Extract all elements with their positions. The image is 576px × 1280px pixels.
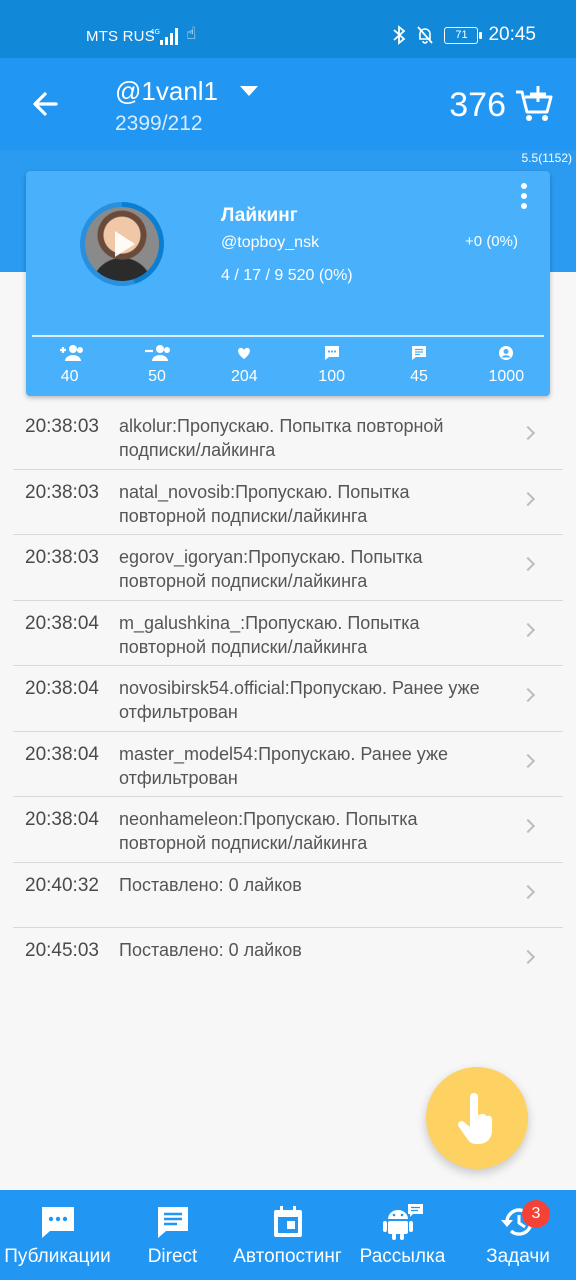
stat-accounts: 1000 [463, 343, 550, 391]
divider [32, 335, 544, 337]
activity-log: 20:38:03 alkolur:Пропускаю. Попытка повто… [13, 404, 563, 994]
list-item[interactable]: 20:38:04 neonhameleon:Пропускаю. Попытка … [13, 797, 563, 863]
clock: 20:45 [488, 24, 536, 45]
app-bar: @1vanl1 2399/212 376 [0, 58, 576, 150]
nav-mailing[interactable]: Рассылка [345, 1190, 460, 1280]
back-arrow-icon[interactable] [26, 84, 66, 124]
log-time: 20:45:03 [25, 940, 99, 961]
log-time: 20:38:03 [25, 481, 99, 503]
log-text: egorov_igoryan:Пропускаю. Попытка повтор… [119, 547, 423, 591]
nav-publications[interactable]: Публикации [0, 1190, 115, 1280]
touch-icon: ☝ [186, 24, 197, 43]
list-item[interactable]: 20:38:04 novosibirsk54.official:Пропускаю… [13, 666, 563, 732]
chevron-right-icon[interactable] [520, 818, 536, 834]
chevron-right-icon[interactable] [520, 884, 536, 899]
nav-tasks[interactable]: Задачи 3 [460, 1190, 576, 1280]
task-card[interactable]: Лайкинг @topboy_nsk +0 (0%) 4 / 17 / 9 5… [26, 171, 550, 396]
log-text: natal_novosib:Пропускаю. Попытка повторн… [119, 481, 410, 526]
stat-unfollow: 50 [113, 343, 200, 391]
chevron-right-icon[interactable] [520, 753, 536, 768]
nav-direct[interactable]: Direct [115, 1190, 230, 1280]
log-text: Поставлено: 0 лайков [119, 874, 302, 895]
notification-badge: 3 [522, 1200, 550, 1228]
tap-action-button[interactable] [426, 1067, 528, 1169]
publications-icon [41, 1207, 74, 1238]
message-icon [411, 346, 426, 360]
log-time: 20:38:04 [25, 678, 99, 699]
chevron-right-icon[interactable] [520, 949, 536, 965]
carrier-label: MTS RUS [86, 28, 155, 45]
task-stats: 40 50 204 100 45 1000 [26, 343, 550, 391]
stat-comments: 100 [288, 343, 375, 391]
list-item[interactable]: 20:40:32 Поставлено: 0 лайков [13, 863, 563, 928]
version-label: 5.5(1152) [521, 151, 572, 165]
bluetooth-icon [393, 25, 406, 45]
touch-app-icon [457, 1093, 492, 1144]
chevron-right-icon[interactable] [520, 425, 536, 441]
follow-icon [59, 345, 83, 361]
progress-ring [80, 202, 164, 286]
chevron-down-icon[interactable] [240, 86, 258, 96]
list-item[interactable]: 20:45:03 Поставлено: 0 лайков [13, 928, 563, 994]
svg-text:4G: 4G [150, 28, 160, 36]
log-text: master_model54:Пропускаю. Ранее уже отфи… [119, 743, 448, 788]
battery-icon: 71 [444, 26, 483, 44]
log-time: 20:38:04 [25, 743, 99, 765]
heart-icon [238, 347, 251, 359]
account-selector[interactable]: @1vanl1 [115, 76, 218, 107]
chevron-right-icon[interactable] [520, 491, 536, 506]
list-item[interactable]: 20:38:04 master_model54:Пропускаю. Ранее … [13, 732, 563, 797]
list-item[interactable]: 20:38:03 natal_novosib:Пропускаю. Попытка… [13, 470, 563, 535]
comment-icon [324, 346, 339, 360]
status-right: 71 20:45 [392, 24, 536, 46]
log-text: novosibirsk54.official:Пропускаю. Ранее … [119, 678, 480, 722]
signal-icon: 4G [150, 28, 178, 45]
mute-bell-icon [417, 26, 434, 44]
list-item[interactable]: 20:38:03 egorov_igoryan:Пропускаю. Попытк… [13, 535, 563, 601]
avatar[interactable] [85, 207, 159, 281]
stat-follow: 40 [26, 343, 113, 391]
log-time: 20:38:03 [25, 416, 99, 437]
stat-likes: 204 [201, 343, 288, 391]
chevron-right-icon[interactable] [520, 622, 536, 637]
nav-autoposting[interactable]: Автопостинг [230, 1190, 345, 1280]
direct-icon [157, 1207, 188, 1238]
log-text: neonhameleon:Пропускаю. Попытка повторно… [119, 809, 418, 853]
stat-messages: 45 [375, 343, 462, 391]
list-item[interactable]: 20:38:03 alkolur:Пропускаю. Попытка повто… [13, 404, 563, 470]
android-icon [382, 1204, 423, 1240]
list-item[interactable]: 20:38:04 m_galushkina_:Пропускаю. Попытка… [13, 601, 563, 666]
log-time: 20:38:04 [25, 809, 99, 830]
log-text: m_galushkina_:Пропускаю. Попытка повторн… [119, 612, 420, 657]
more-vert-icon[interactable] [514, 183, 534, 213]
log-time: 20:40:32 [25, 874, 99, 896]
log-text: alkolur:Пропускаю. Попытка повторной под… [119, 416, 444, 460]
log-text: Поставлено: 0 лайков [119, 940, 302, 960]
play-icon[interactable] [115, 231, 135, 257]
add-to-cart-icon[interactable] [514, 84, 554, 124]
account-icon [499, 346, 514, 360]
task-delta: +0 (0%) [465, 233, 518, 250]
log-time: 20:38:04 [25, 612, 99, 634]
account-stats: 2399/212 [115, 112, 203, 135]
bottom-navigation: Публикации Direct Автопостинг Рассылка З… [0, 1190, 576, 1280]
task-username: @topboy_nsk [221, 234, 320, 251]
task-counts: 4 / 17 / 9 520 (0%) [221, 267, 353, 284]
task-title: Лайкинг [221, 205, 298, 226]
unfollow-icon [144, 345, 170, 361]
chevron-right-icon[interactable] [520, 687, 536, 703]
status-bar: MTS RUS 4G ☝ 71 20:45 [0, 0, 576, 58]
coin-balance: 376 [449, 86, 506, 124]
log-time: 20:38:03 [25, 547, 99, 568]
chevron-right-icon[interactable] [520, 556, 536, 572]
calendar-icon [273, 1206, 302, 1237]
